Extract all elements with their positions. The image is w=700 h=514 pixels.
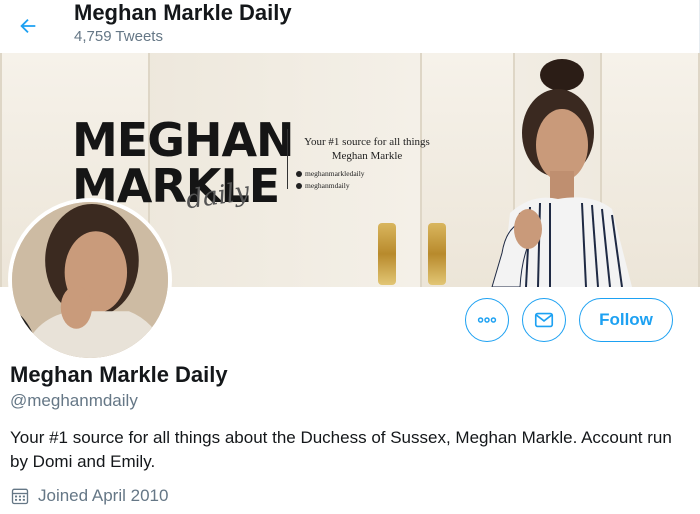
more-options-button[interactable] xyxy=(465,298,509,342)
profile-joined: Joined April 2010 xyxy=(10,486,168,506)
profile-bio: Your #1 source for all things about the … xyxy=(10,428,672,471)
instagram-icon xyxy=(296,171,302,177)
banner-tagline: Your #1 source for all things Meghan Mar… xyxy=(304,136,430,162)
joined-date-text: Joined April 2010 xyxy=(38,486,169,505)
more-icon xyxy=(477,317,497,323)
follow-button[interactable]: Follow xyxy=(579,298,673,342)
avatar-photo xyxy=(12,202,168,358)
banner-twitter-handle: meghanmdaily xyxy=(296,181,350,190)
profile-handle: @meghanmdaily xyxy=(10,391,138,410)
calendar-icon xyxy=(11,488,29,505)
banner-photo-woman xyxy=(491,59,632,287)
banner-instagram-text: meghanmarkledaily xyxy=(305,169,365,178)
back-button[interactable] xyxy=(10,8,46,44)
door-handle xyxy=(378,223,396,285)
twitter-icon xyxy=(296,183,302,189)
profile-name: Meghan Markle Daily xyxy=(10,362,228,387)
profile-header: Meghan Markle Daily 4,759 Tweets xyxy=(0,0,700,53)
back-arrow-icon xyxy=(20,18,36,34)
banner-twitter-text: meghanmdaily xyxy=(305,181,350,190)
banner-divider xyxy=(287,129,288,189)
header-title: Meghan Markle Daily xyxy=(74,0,292,25)
banner-brand-line1: MEGHAN xyxy=(72,113,295,167)
tweet-count: 4,759 Tweets xyxy=(74,28,163,45)
door-handle xyxy=(428,223,446,285)
profile-avatar[interactable] xyxy=(8,198,172,362)
message-button[interactable] xyxy=(522,298,566,342)
mail-icon xyxy=(534,312,554,328)
banner-instagram-handle: meghanmarkledaily xyxy=(296,169,365,178)
